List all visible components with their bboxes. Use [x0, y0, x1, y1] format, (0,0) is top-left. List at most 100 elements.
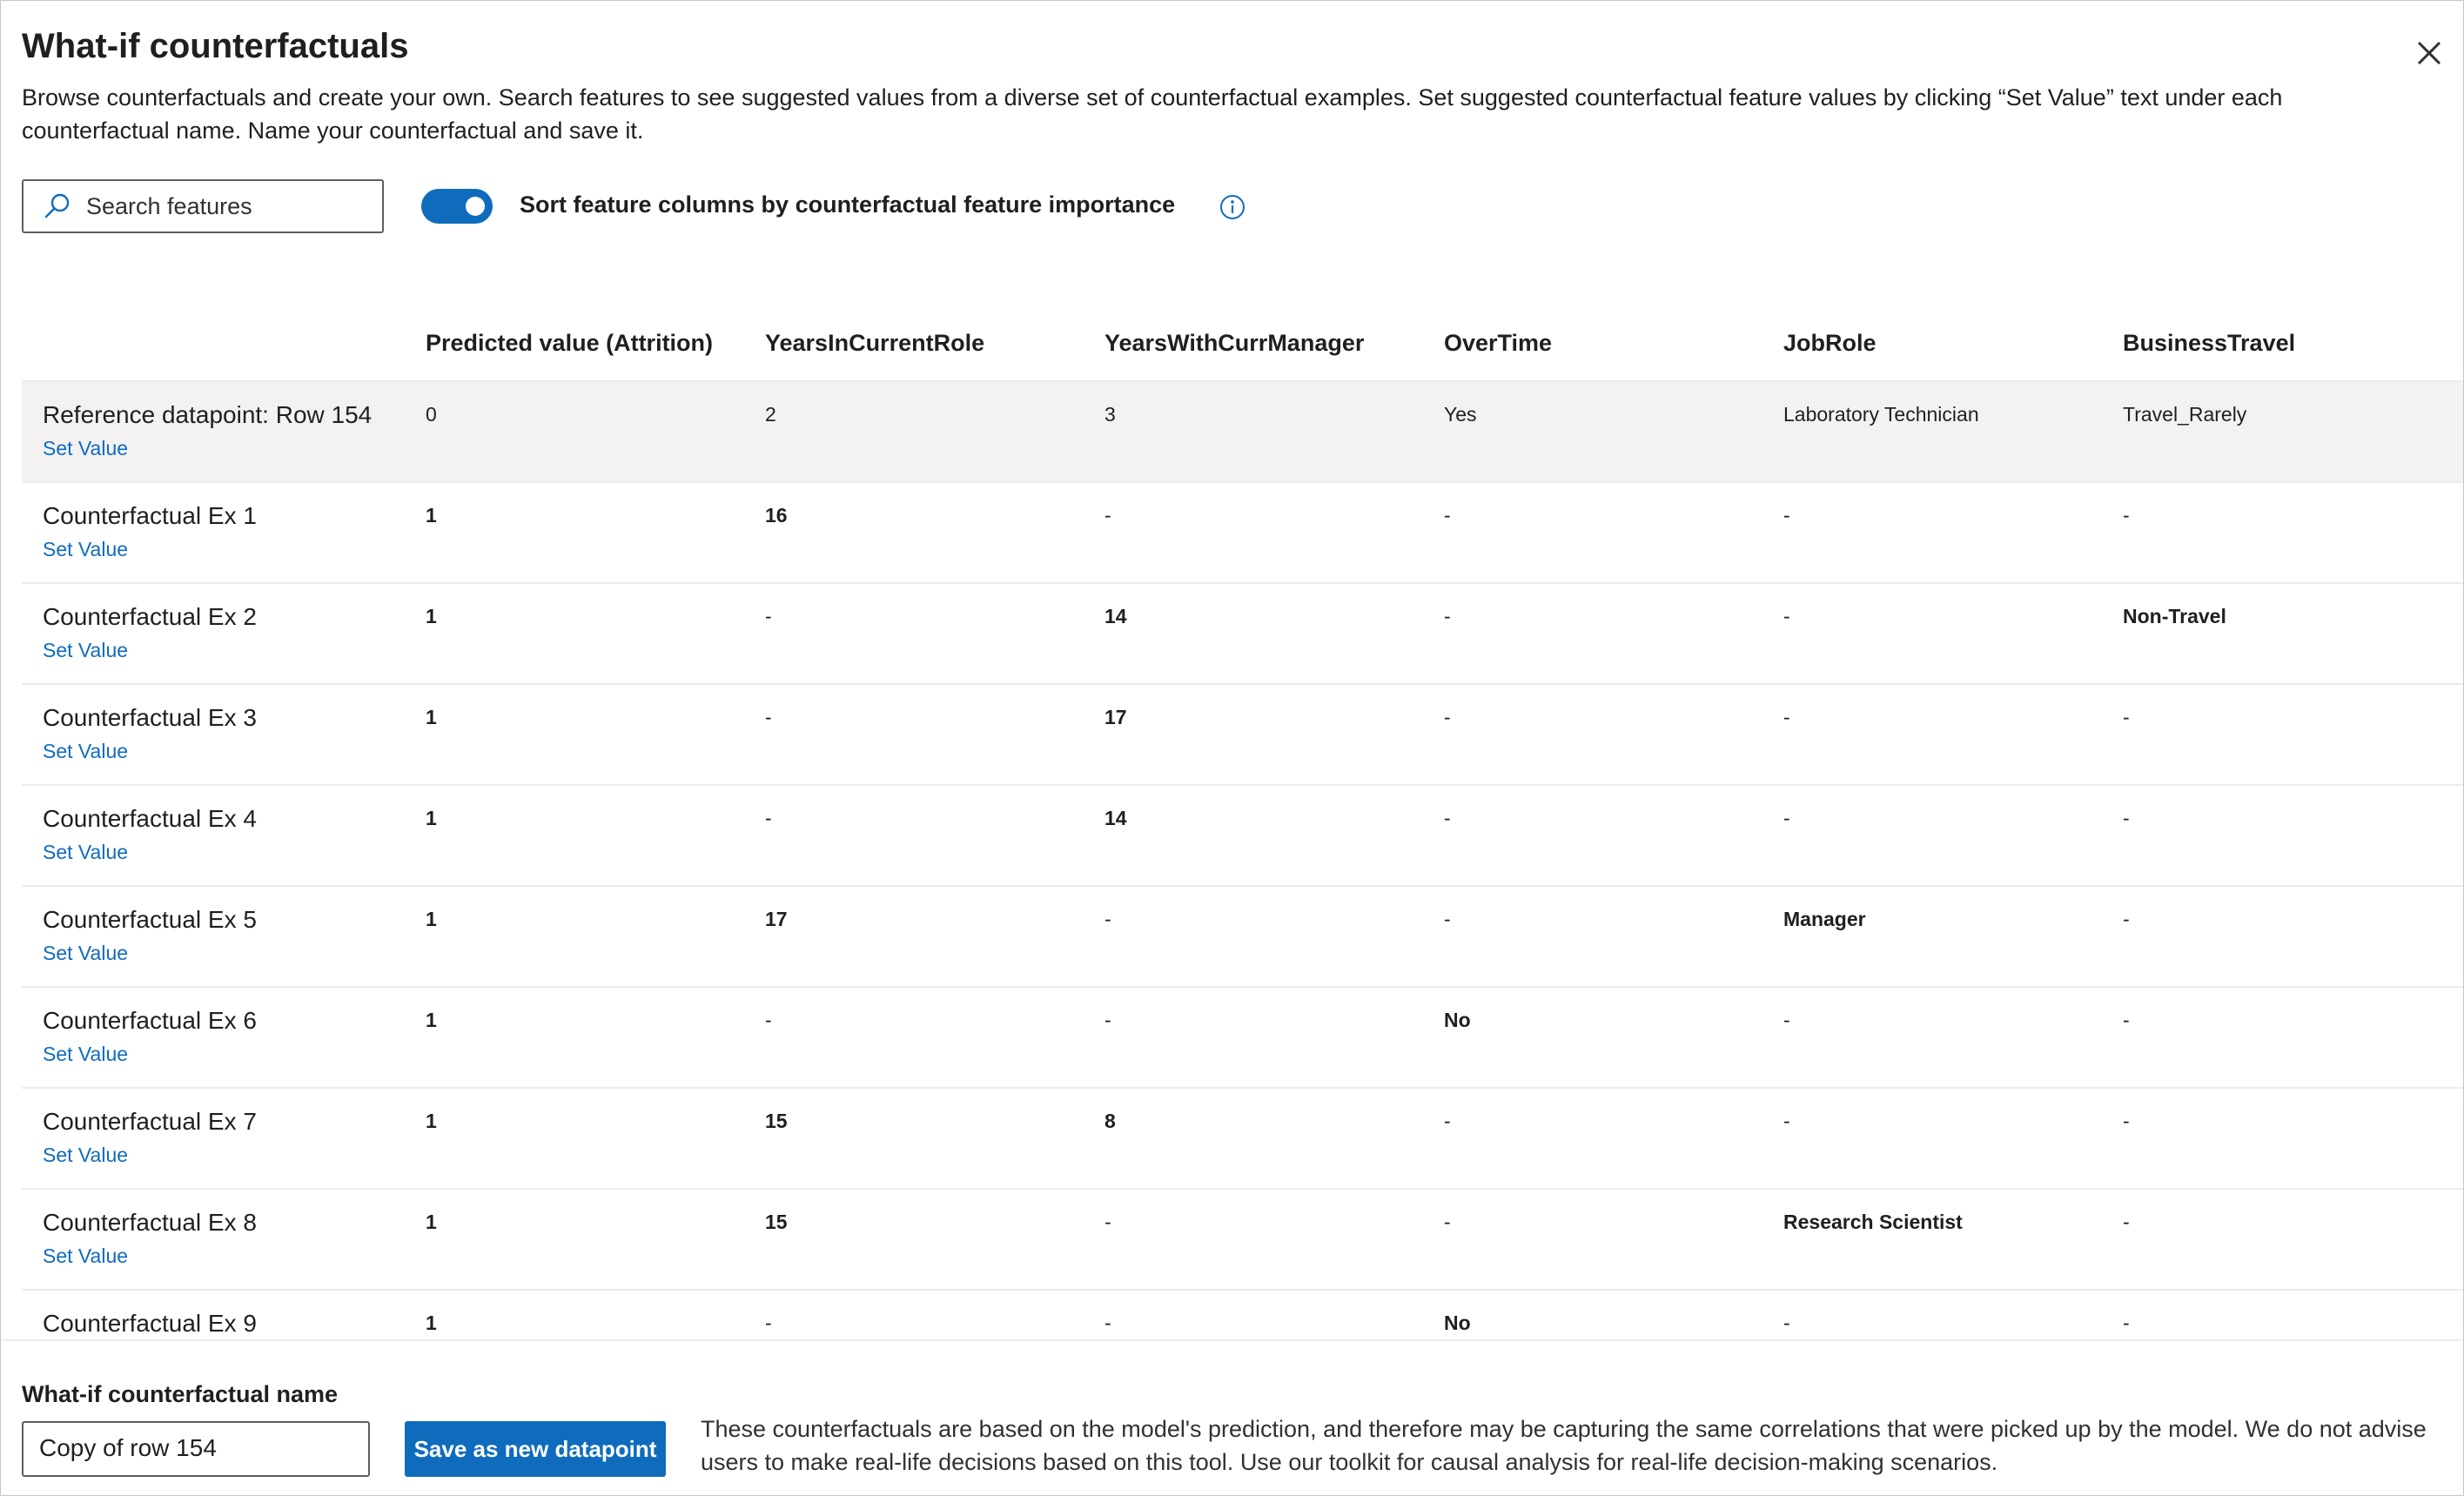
- column-header[interactable]: YearsInCurrentRole: [765, 330, 984, 357]
- table-cell: -: [1104, 1211, 1111, 1233]
- table-cell: Yes: [1444, 403, 1477, 426]
- column-header[interactable]: Predicted value (Attrition): [426, 330, 713, 357]
- sort-toggle[interactable]: [421, 189, 493, 224]
- table-cell: -: [1444, 807, 1451, 829]
- row-name: Counterfactual Ex 6: [43, 1007, 257, 1034]
- row-name: Counterfactual Ex 2: [43, 603, 257, 630]
- set-value-link[interactable]: Set Value: [43, 841, 128, 864]
- row-name: Counterfactual Ex 5: [43, 906, 257, 933]
- column-header[interactable]: BusinessTravel: [2123, 330, 2295, 357]
- table-cell: 16: [765, 504, 788, 527]
- set-value-link[interactable]: Set Value: [43, 1244, 128, 1268]
- table-cell: -: [1444, 1110, 1451, 1132]
- table-cell: -: [1783, 504, 1790, 527]
- panel-description: Browse counterfactuals and create your o…: [22, 84, 2283, 144]
- table-row: Counterfactual Ex 2 Set Value 1 - 14 - -…: [22, 584, 2463, 685]
- table-cell: No: [1444, 1312, 1471, 1334]
- table-cell: -: [765, 1312, 772, 1334]
- table-cell: -: [1783, 1312, 1790, 1334]
- table-cell: -: [765, 706, 772, 728]
- save-as-new-datapoint-button[interactable]: Save as new datapoint: [405, 1421, 666, 1477]
- row-name: Counterfactual Ex 4: [43, 805, 257, 832]
- table-cell: 0: [426, 403, 437, 426]
- table-cell: Non-Travel: [2123, 605, 2226, 627]
- table-row: Counterfactual Ex 6 Set Value 1 - - No -…: [22, 988, 2463, 1089]
- table-cell: -: [2123, 706, 2130, 728]
- table-cell: Research Scientist: [1783, 1211, 1963, 1233]
- table-cell: 1: [426, 1211, 437, 1233]
- table-cell: -: [1444, 706, 1451, 728]
- table-cell: -: [1104, 908, 1111, 930]
- table-cell: 15: [765, 1211, 788, 1233]
- table-row: Counterfactual Ex 3 Set Value 1 - 17 - -…: [22, 685, 2463, 786]
- column-header[interactable]: JobRole: [1783, 330, 1877, 357]
- set-value-link[interactable]: Set Value: [43, 740, 128, 763]
- table-cell: -: [1444, 504, 1451, 527]
- table-cell: -: [1104, 1312, 1111, 1334]
- table-header: Predicted value (Attrition) YearsInCurre…: [22, 314, 2463, 382]
- reference-row: Reference datapoint: Row 154 Set Value 0…: [22, 382, 2463, 483]
- row-name: Counterfactual Ex 7: [43, 1108, 257, 1135]
- set-value-link[interactable]: Set Value: [43, 1144, 128, 1167]
- table-cell: 1: [426, 605, 437, 627]
- table-cell: 17: [765, 908, 788, 930]
- table-cell: 17: [1104, 706, 1127, 728]
- table-cell: 1: [426, 908, 437, 930]
- set-value-link[interactable]: Set Value: [43, 942, 128, 965]
- set-value-link[interactable]: Set Value: [43, 639, 128, 662]
- table-cell: -: [2123, 1312, 2130, 1334]
- set-value-link[interactable]: Set Value: [43, 437, 128, 460]
- table-cell: -: [1444, 1211, 1451, 1233]
- name-field[interactable]: [22, 1421, 370, 1477]
- table-row: Counterfactual Ex 8 Set Value 1 15 - - R…: [22, 1190, 2463, 1291]
- search-icon: [44, 193, 70, 218]
- table-cell: -: [1104, 1009, 1111, 1031]
- row-name: Counterfactual Ex 1: [43, 502, 257, 529]
- table-cell: -: [765, 605, 772, 627]
- table-cell: -: [1444, 605, 1451, 627]
- table-cell: Manager: [1783, 908, 1866, 930]
- table-cell: -: [2123, 1211, 2130, 1233]
- table-cell: 1: [426, 1312, 437, 1334]
- table-cell: 1: [426, 504, 437, 527]
- set-value-link[interactable]: Set Value: [43, 1043, 128, 1066]
- table-cell: 14: [1104, 605, 1127, 627]
- column-header[interactable]: OverTime: [1444, 330, 1552, 357]
- disclaimer-text: These counterfactuals are based on the m…: [701, 1416, 2427, 1475]
- table-cell: 8: [1104, 1110, 1116, 1132]
- table-cell: No: [1444, 1009, 1471, 1031]
- table-row: Counterfactual Ex 7 Set Value 1 15 8 - -…: [22, 1089, 2463, 1190]
- table-cell: -: [1783, 605, 1790, 627]
- search-input[interactable]: [84, 191, 366, 221]
- table-cell: 2: [765, 403, 776, 426]
- name-input[interactable]: [37, 1423, 354, 1473]
- panel-title: What-if counterfactuals: [22, 27, 409, 65]
- row-name: Reference datapoint: Row 154: [43, 401, 373, 428]
- table-cell: -: [2123, 1110, 2130, 1132]
- column-header[interactable]: YearsWithCurrManager: [1104, 330, 1364, 357]
- table-cell: -: [1783, 706, 1790, 728]
- table-cell: 1: [426, 706, 437, 728]
- close-icon[interactable]: [2412, 36, 2447, 70]
- table-row: Counterfactual Ex 4 Set Value 1 - 14 - -…: [22, 786, 2463, 887]
- counterfactual-panel: What-if counterfactuals Browse counterfa…: [0, 0, 2464, 1496]
- footer: What-if counterfactual name Save as new …: [1, 1339, 2463, 1495]
- table-cell: 1: [426, 1009, 437, 1031]
- table-cell: 14: [1104, 807, 1127, 829]
- table-cell: 3: [1104, 403, 1116, 426]
- table-cell: Laboratory Technician: [1783, 403, 1979, 426]
- set-value-link[interactable]: Set Value: [43, 538, 128, 561]
- row-name: Counterfactual Ex 3: [43, 704, 257, 731]
- table-cell: -: [2123, 908, 2130, 930]
- table-cell: -: [2123, 807, 2130, 829]
- table-cell: -: [1783, 807, 1790, 829]
- info-icon[interactable]: [1219, 193, 1246, 221]
- sort-toggle-label: Sort feature columns by counterfactual f…: [520, 191, 1176, 218]
- counterfactual-table: Predicted value (Attrition) YearsInCurre…: [22, 314, 2463, 1392]
- table-cell: -: [2123, 1009, 2130, 1031]
- table-cell: -: [1104, 504, 1111, 527]
- table-cell: -: [765, 807, 772, 829]
- table-row: Counterfactual Ex 1 Set Value 1 16 - - -…: [22, 483, 2463, 584]
- search-box[interactable]: [22, 179, 384, 233]
- row-name: Counterfactual Ex 8: [43, 1209, 257, 1236]
